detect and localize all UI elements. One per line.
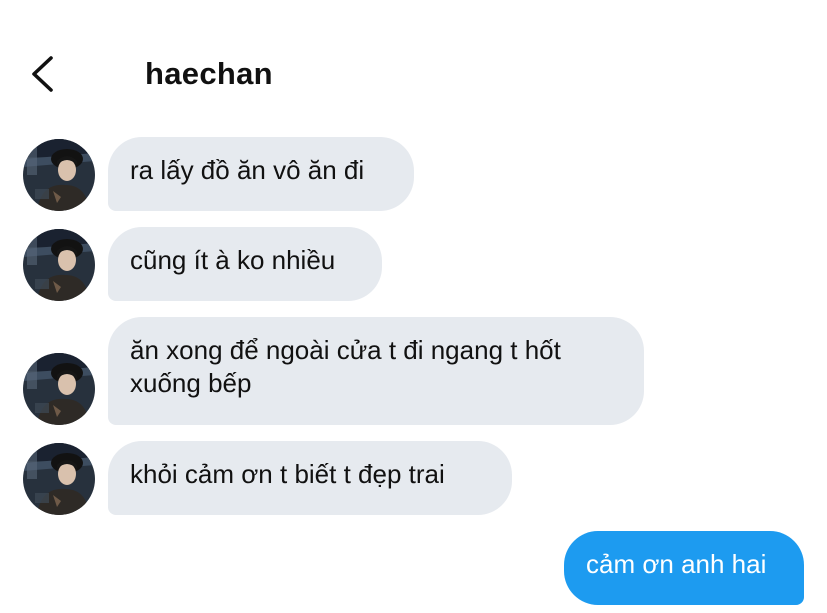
message-bubble-received[interactable]: ra lấy đồ ăn vô ăn đi bbox=[108, 137, 414, 211]
avatar[interactable] bbox=[23, 139, 95, 211]
message-bubble-received[interactable]: ăn xong để ngoài cửa t đi ngang t hốt xu… bbox=[108, 317, 644, 425]
message-text-line: ăn xong để ngoài cửa t đi ngang t hốt bbox=[130, 335, 561, 365]
message-text: cảm ơn anh hai bbox=[586, 549, 767, 579]
message-text: ra lấy đồ ăn vô ăn đi bbox=[130, 155, 365, 185]
avatar-photo bbox=[23, 139, 95, 211]
dm-conversation-screen: haechan ra lấy đồ ăn vô ăn đi cũng ít à … bbox=[0, 0, 827, 613]
message-text: khỏi cảm ơn t biết t đẹp trai bbox=[130, 459, 445, 489]
conversation-title[interactable]: haechan bbox=[145, 56, 273, 92]
avatar-photo bbox=[23, 353, 95, 425]
message-bubble-sent[interactable]: cảm ơn anh hai bbox=[564, 531, 804, 605]
avatar-photo bbox=[23, 443, 95, 515]
avatar[interactable] bbox=[23, 229, 95, 301]
message-text: cũng ít à ko nhiều bbox=[130, 245, 336, 275]
avatar[interactable] bbox=[23, 443, 95, 515]
back-button[interactable] bbox=[26, 54, 66, 94]
message-bubble-received[interactable]: cũng ít à ko nhiều bbox=[108, 227, 382, 301]
avatar[interactable] bbox=[23, 353, 95, 425]
avatar-photo bbox=[23, 229, 95, 301]
message-bubble-received[interactable]: khỏi cảm ơn t biết t đẹp trai bbox=[108, 441, 512, 515]
chevron-left-icon bbox=[32, 56, 53, 92]
message-text-line: xuống bếp bbox=[130, 368, 252, 398]
